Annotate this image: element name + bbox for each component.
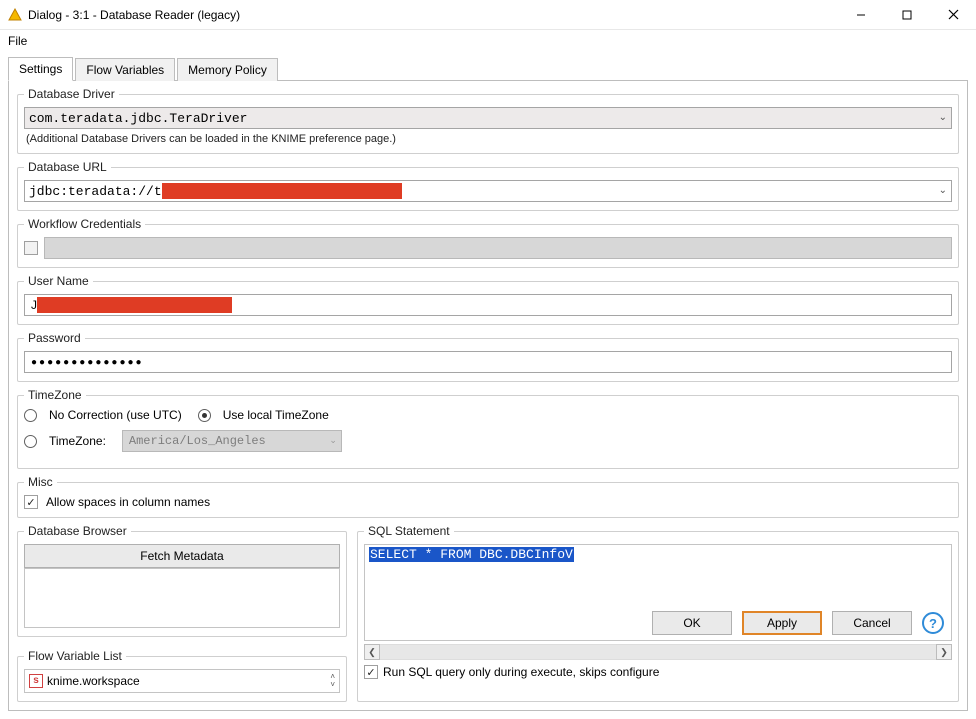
username-input[interactable]: J <box>24 294 952 316</box>
radio-timezone[interactable] <box>24 435 37 448</box>
label-sql-statement: SQL Statement <box>364 524 454 538</box>
group-database-url: Database URL jdbc:teradata://t ⌄ <box>17 160 959 211</box>
radio-timezone-wrap[interactable]: TimeZone: <box>24 434 106 448</box>
allow-spaces-wrap[interactable]: Allow spaces in column names <box>24 495 952 509</box>
password-mask: ●●●●●●●●●●●●●● <box>31 357 144 368</box>
tab-settings[interactable]: Settings <box>8 57 73 81</box>
flow-variable-list[interactable]: s knime.workspace ˄˅ <box>24 669 340 693</box>
menu-bar: File <box>0 30 976 52</box>
dburl-combo[interactable]: jdbc:teradata://t ⌄ <box>24 180 952 202</box>
credentials-checkbox[interactable] <box>24 241 38 255</box>
group-database-driver: Database Driver com.teradata.jdbc.TeraDr… <box>17 87 959 154</box>
horizontal-scrollbar[interactable]: ❮ ❯ <box>364 643 952 661</box>
driver-hint: (Additional Database Drivers can be load… <box>24 133 952 145</box>
chevron-down-icon: ⌄ <box>329 436 337 446</box>
timezone-value: America/Los_Angeles <box>129 434 266 448</box>
radio-use-local-wrap[interactable]: Use local TimeZone <box>198 408 329 422</box>
radio-no-correction-wrap[interactable]: No Correction (use UTC) <box>24 408 182 422</box>
label-use-local: Use local TimeZone <box>223 408 329 422</box>
label-database-url: Database URL <box>24 160 111 174</box>
label-misc: Misc <box>24 475 57 489</box>
group-user-name: User Name J <box>17 274 959 325</box>
tab-flow-variables[interactable]: Flow Variables <box>75 58 175 81</box>
app-icon <box>8 8 22 22</box>
scroll-track[interactable] <box>380 644 936 660</box>
label-database-browser: Database Browser <box>24 524 131 538</box>
tab-memory-policy[interactable]: Memory Policy <box>177 58 278 81</box>
list-spinner[interactable]: ˄˅ <box>330 673 335 689</box>
label-workflow-credentials: Workflow Credentials <box>24 217 145 231</box>
label-timezone: TimeZone <box>24 388 86 402</box>
fetch-metadata-button[interactable]: Fetch Metadata <box>24 544 340 568</box>
flow-variable-item: knime.workspace <box>47 674 140 688</box>
driver-select[interactable]: com.teradata.jdbc.TeraDriver ⌄ <box>24 107 952 129</box>
label-fetch-metadata: Fetch Metadata <box>140 549 223 563</box>
sql-text: SELECT * FROM DBC.DBCInfoV <box>369 547 574 562</box>
group-timezone: TimeZone No Correction (use UTC) Use loc… <box>17 388 959 469</box>
label-run-sql-only: Run SQL query only during execute, skips… <box>383 665 659 679</box>
title-bar: Dialog - 3:1 - Database Reader (legacy) <box>0 0 976 30</box>
scroll-right-icon[interactable]: ❯ <box>936 644 952 660</box>
username-redacted <box>37 297 232 313</box>
label-flow-variable-list: Flow Variable List <box>24 649 126 663</box>
radio-no-correction[interactable] <box>24 409 37 422</box>
dburl-redacted <box>162 183 402 199</box>
cancel-button[interactable]: Cancel <box>832 611 912 635</box>
allow-spaces-checkbox[interactable] <box>24 495 38 509</box>
scroll-left-icon[interactable]: ❮ <box>364 644 380 660</box>
menu-file[interactable]: File <box>8 34 27 48</box>
close-button[interactable] <box>930 0 976 30</box>
minimize-button[interactable] <box>838 0 884 30</box>
label-allow-spaces: Allow spaces in column names <box>46 495 210 509</box>
group-flow-variable-list: Flow Variable List s knime.workspace ˄˅ <box>17 649 347 702</box>
group-password: Password ●●●●●●●●●●●●●● <box>17 331 959 382</box>
group-misc: Misc Allow spaces in column names <box>17 475 959 518</box>
ok-button[interactable]: OK <box>652 611 732 635</box>
driver-value: com.teradata.jdbc.TeraDriver <box>29 111 247 126</box>
label-database-driver: Database Driver <box>24 87 119 101</box>
maximize-button[interactable] <box>884 0 930 30</box>
password-input[interactable]: ●●●●●●●●●●●●●● <box>24 351 952 373</box>
apply-button[interactable]: Apply <box>742 611 822 635</box>
radio-use-local[interactable] <box>198 409 211 422</box>
credentials-select <box>44 237 952 259</box>
timezone-select: America/Los_Angeles ⌄ <box>122 430 342 452</box>
label-password: Password <box>24 331 85 345</box>
run-sql-only-checkbox[interactable] <box>364 665 378 679</box>
window-title: Dialog - 3:1 - Database Reader (legacy) <box>28 8 838 22</box>
group-workflow-credentials: Workflow Credentials <box>17 217 959 268</box>
string-type-icon: s <box>29 674 43 688</box>
metadata-tree[interactable] <box>24 568 340 628</box>
group-database-browser: Database Browser Fetch Metadata <box>17 524 347 637</box>
tab-strip: Settings Flow Variables Memory Policy <box>8 56 968 80</box>
chevron-down-icon: ⌄ <box>939 185 947 197</box>
label-user-name: User Name <box>24 274 93 288</box>
chevron-down-icon: ⌄ <box>939 112 947 124</box>
dburl-prefix: jdbc:teradata://t <box>29 184 162 199</box>
help-icon[interactable]: ? <box>922 612 944 634</box>
label-timezone-select: TimeZone: <box>49 434 106 448</box>
label-no-correction: No Correction (use UTC) <box>49 408 182 422</box>
dialog-button-bar: OK Apply Cancel ? <box>652 611 944 635</box>
